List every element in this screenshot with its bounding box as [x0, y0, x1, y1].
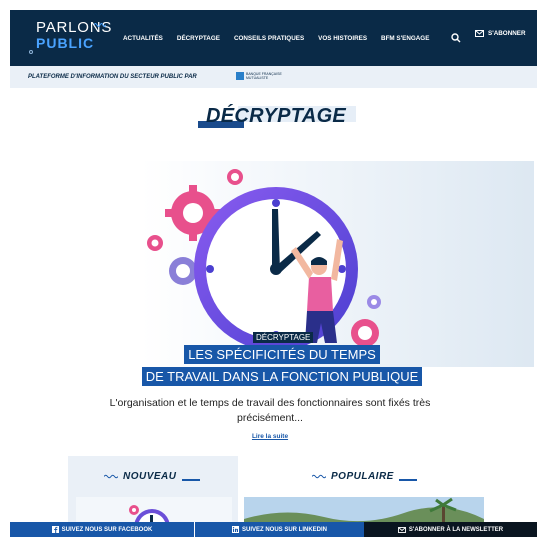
partner-logo[interactable]: BANQUE FRANÇAISE MUTUALISTE [236, 72, 298, 82]
nav-item-actualites[interactable]: ACTUALITÉS [123, 35, 163, 42]
nav-item-vos-histoires[interactable]: VOS HISTOIRES [318, 35, 367, 42]
logo-wave-icon [94, 23, 106, 27]
logo-line2: PUBLIC [36, 35, 95, 51]
main-nav: ACTUALITÉS DÉCRYPTAGE CONSEILS PRATIQUES… [123, 10, 443, 66]
heading-underline [398, 479, 417, 481]
facebook-icon [51, 526, 59, 533]
gear-icon-left-small [147, 235, 163, 251]
platform-text: PLATEFORME D'INFORMATION DU SECTEUR PUBL… [28, 74, 197, 80]
gear-icon-left-purple [169, 257, 197, 285]
search-icon[interactable] [450, 32, 462, 44]
gear-icon-right-pink [351, 319, 379, 347]
featured-headline[interactable]: LES SPÉCIFICITÉS DU TEMPS DE TRAVAIL DAN… [141, 345, 423, 389]
featured-excerpt: L'organisation et le temps de travail de… [60, 396, 480, 426]
nav-item-decryptage[interactable]: DÉCRYPTAGE [177, 35, 220, 42]
linkedin-label: SUIVEZ NOUS SUR LINKEDIN [241, 526, 327, 533]
nav-item-bfm-sengage[interactable]: BFM S'ENGAGE [381, 35, 429, 42]
wave-icon [312, 474, 326, 479]
nav-item-conseils-pratiques[interactable]: CONSEILS PRATIQUES [234, 35, 304, 42]
excerpt-line2: précisément... [237, 412, 303, 424]
partner-name: BANQUE FRANÇAISE MUTUALISTE [246, 72, 282, 80]
section-heading-populaire: POPULAIRE [312, 471, 417, 482]
envelope-icon [397, 526, 406, 533]
read-more-link[interactable]: Lire la suite [60, 433, 480, 440]
heading-underline [181, 479, 200, 481]
subscribe-button[interactable]: S'ABONNER [475, 30, 526, 37]
envelope-icon [475, 30, 484, 37]
featured-image[interactable] [141, 161, 534, 367]
facebook-follow-button[interactable]: SUIVEZ NOUS SUR FACEBOOK [10, 522, 194, 537]
facebook-label: SUIVEZ NOUS SUR FACEBOOK [61, 526, 153, 533]
linkedin-follow-button[interactable]: SUIVEZ NOUS SUR LINKEDIN [194, 522, 364, 537]
social-bar: SUIVEZ NOUS SUR FACEBOOK SUIVEZ NOUS SUR… [10, 522, 537, 537]
platform-strip: PLATEFORME D'INFORMATION DU SECTEUR PUBL… [10, 66, 537, 88]
gear-icon-top [227, 169, 243, 185]
page-title-block: DÉCRYPTAGE [198, 104, 358, 130]
category-tag[interactable]: DÉCRYPTAGE [253, 332, 314, 343]
site-header: PARLONS PUBLIC ACTUALITÉS DÉCRYPTAGE CON… [10, 10, 537, 66]
gear-icon-right-small [367, 295, 381, 309]
logo-dot-icon [29, 50, 33, 54]
linkedin-icon [231, 526, 239, 533]
excerpt-line1: L'organisation et le temps de travail de… [109, 397, 431, 409]
site-logo[interactable]: PARLONS PUBLIC [28, 16, 111, 60]
headline-line2: DE TRAVAIL DANS LA FONCTION PUBLIQUE [141, 367, 423, 386]
populaire-label: POPULAIRE [331, 471, 394, 482]
bfm-logo-icon [236, 72, 244, 80]
subscribe-label: S'ABONNER [488, 30, 526, 37]
newsletter-subscribe-button[interactable]: S'ABONNER À LA NEWSLETTER [364, 522, 537, 537]
page-title: DÉCRYPTAGE [206, 105, 347, 127]
section-heading-nouveau: NOUVEAU [104, 471, 200, 482]
headline-line1: LES SPÉCIFICITÉS DU TEMPS [184, 345, 380, 364]
newsletter-label: S'ABONNER À LA NEWSLETTER [408, 526, 504, 533]
partner-line2: MUTUALISTE [246, 76, 269, 80]
wave-icon [104, 474, 118, 479]
nouveau-label: NOUVEAU [123, 471, 177, 482]
